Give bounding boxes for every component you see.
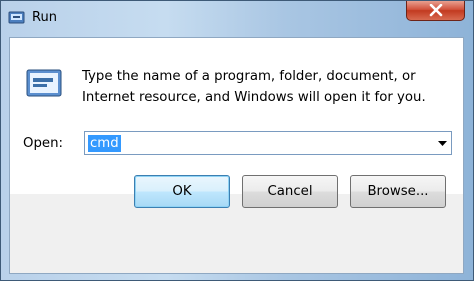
run-program-icon — [26, 69, 62, 97]
open-label: Open: — [23, 136, 63, 151]
open-input-value[interactable]: cmd — [88, 135, 121, 152]
run-icon — [8, 11, 25, 24]
window-title: Run — [32, 10, 57, 25]
close-icon — [429, 4, 443, 17]
run-dialog: Run Type the name of a program, folder, … — [0, 0, 474, 281]
cancel-button[interactable]: Cancel — [242, 175, 338, 208]
title-bar[interactable]: Run — [1, 1, 473, 36]
dialog-body: Type the name of a program, folder, docu… — [9, 37, 464, 274]
chevron-down-icon[interactable] — [438, 141, 447, 146]
open-combobox[interactable]: cmd — [84, 131, 452, 155]
close-button[interactable] — [406, 1, 465, 21]
browse-button[interactable]: Browse... — [350, 175, 446, 208]
ok-button[interactable]: OK — [134, 175, 230, 208]
dialog-description: Type the name of a program, folder, docu… — [82, 69, 426, 105]
